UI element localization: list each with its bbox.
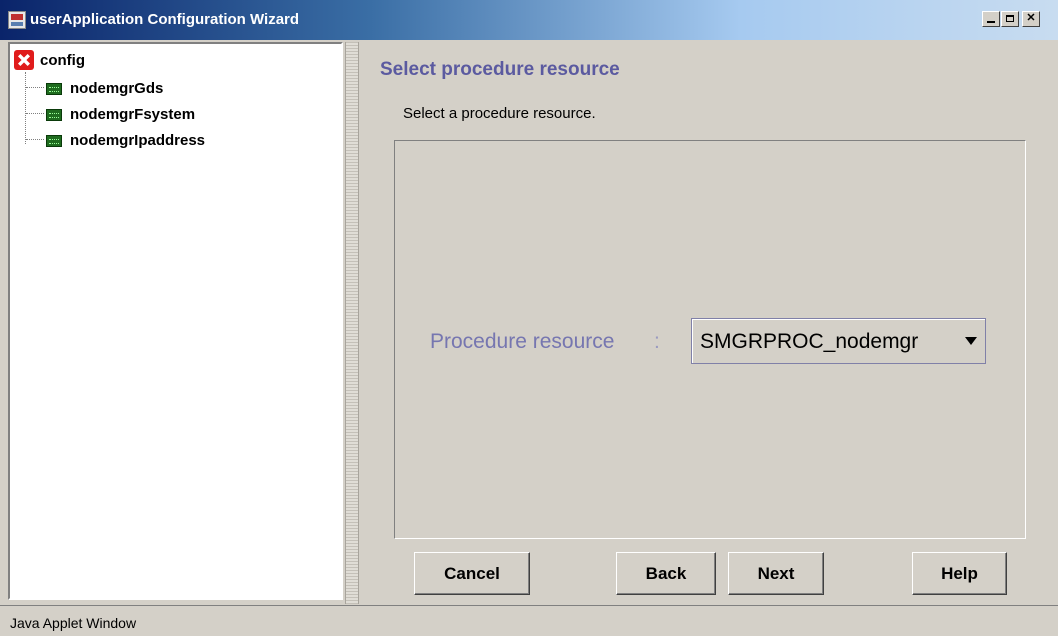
dropdown-value: SMGRPROC_nodemgr: [700, 330, 919, 353]
resource-icon: [46, 134, 62, 147]
tree-connector: [25, 72, 26, 144]
help-button[interactable]: Help: [912, 552, 1007, 595]
tree-node-config[interactable]: config: [14, 50, 85, 70]
tree-node-label: nodemgrFsystem: [70, 106, 196, 123]
config-icon: [14, 50, 34, 70]
resource-icon: [46, 108, 62, 121]
cancel-button[interactable]: Cancel: [414, 552, 530, 595]
field-separator: :: [654, 330, 660, 353]
minimize-button[interactable]: [982, 11, 1000, 27]
title-bar[interactable]: userApplication Configuration Wizard ✕: [0, 0, 1058, 40]
app-window: userApplication Configuration Wizard ✕ c…: [0, 0, 1058, 636]
instruction-text: Select a procedure resource.: [403, 105, 596, 122]
tree-node-label: nodemgrGds: [70, 80, 164, 97]
maximize-icon: [1006, 15, 1014, 22]
chevron-down-icon[interactable]: [965, 337, 977, 345]
java-app-icon: [8, 11, 26, 29]
back-button[interactable]: Back: [616, 552, 716, 595]
resource-tree[interactable]: config nodemgrGds nodemgrFsystem nodemgr…: [8, 42, 343, 600]
tree-connector: [26, 139, 44, 140]
tree-node-nodemgrgds[interactable]: nodemgrGds: [46, 80, 163, 97]
resource-icon: [46, 82, 62, 95]
tree-node-label: config: [40, 51, 85, 69]
maximize-button[interactable]: [1001, 11, 1019, 27]
tree-node-nodemgrfsystem[interactable]: nodemgrFsystem: [46, 106, 195, 123]
close-button[interactable]: ✕: [1022, 11, 1040, 27]
tree-node-nodemgripaddress[interactable]: nodemgrIpaddress: [46, 132, 205, 149]
minimize-icon: [987, 21, 995, 23]
status-text: Java Applet Window: [10, 615, 137, 631]
tree-connector: [26, 113, 44, 114]
status-bar: Java Applet Window: [0, 605, 1058, 636]
page-title: Select procedure resource: [380, 59, 620, 80]
panel-splitter[interactable]: [345, 42, 359, 604]
tree-node-label: nodemgrIpaddress: [70, 132, 206, 149]
window-title: userApplication Configuration Wizard: [30, 11, 300, 28]
procedure-resource-dropdown[interactable]: SMGRPROC_nodemgr: [691, 318, 986, 364]
tree-connector: [26, 87, 44, 88]
next-button[interactable]: Next: [728, 552, 824, 595]
close-icon: ✕: [1026, 12, 1036, 24]
procedure-resource-label: Procedure resource: [430, 330, 615, 353]
